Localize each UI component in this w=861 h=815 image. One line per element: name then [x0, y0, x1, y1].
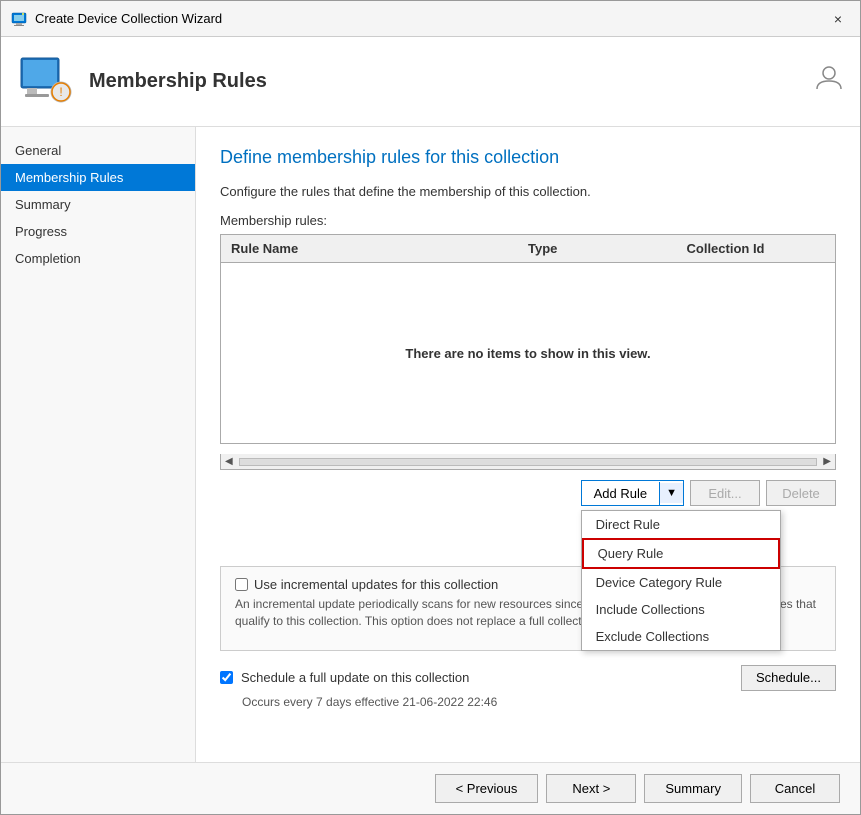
- add-rule-label[interactable]: Add Rule: [582, 482, 660, 505]
- svg-text:!: !: [59, 85, 62, 99]
- schedule-row: Schedule a full update on this collectio…: [220, 665, 836, 691]
- dropdown-device-category-rule[interactable]: Device Category Rule: [582, 569, 780, 596]
- content-area: General Membership Rules Summary Progres…: [1, 127, 860, 762]
- sidebar: General Membership Rules Summary Progres…: [1, 127, 196, 762]
- incremental-updates-label: Use incremental updates for this collect…: [254, 577, 498, 592]
- add-rule-dropdown-arrow[interactable]: ▼: [660, 483, 683, 503]
- header-title: Membership Rules: [89, 70, 267, 93]
- title-bar-left: Create Device Collection Wizard: [11, 11, 222, 27]
- window-title: Create Device Collection Wizard: [35, 11, 222, 26]
- wizard-footer: < Previous Next > Summary Cancel: [1, 762, 860, 814]
- delete-button[interactable]: Delete: [766, 480, 836, 506]
- dropdown-direct-rule[interactable]: Direct Rule: [582, 511, 780, 538]
- page-title: Define membership rules for this collect…: [220, 147, 836, 168]
- header-bar: ! Membership Rules: [1, 37, 860, 127]
- previous-button[interactable]: < Previous: [435, 774, 539, 803]
- edit-button[interactable]: Edit...: [690, 480, 760, 506]
- app-icon: [11, 11, 27, 27]
- col-collection-id: Collection Id: [677, 239, 836, 258]
- empty-message: There are no items to show in this view.: [405, 346, 650, 361]
- add-rule-button[interactable]: Add Rule ▼: [581, 480, 684, 506]
- schedule-button[interactable]: Schedule...: [741, 665, 836, 691]
- header-left: ! Membership Rules: [17, 54, 267, 110]
- cancel-button[interactable]: Cancel: [750, 774, 840, 803]
- dropdown-query-rule[interactable]: Query Rule: [582, 538, 780, 569]
- sidebar-item-progress[interactable]: Progress: [1, 218, 195, 245]
- membership-rules-table: Rule Name Type Collection Id There are n…: [220, 234, 836, 444]
- schedule-label: Schedule a full update on this collectio…: [241, 670, 469, 685]
- col-rule-name: Rule Name: [221, 239, 518, 258]
- col-type: Type: [518, 239, 677, 258]
- sidebar-item-membership-rules[interactable]: Membership Rules: [1, 164, 195, 191]
- wizard-window: Create Device Collection Wizard × ! Memb…: [0, 0, 861, 815]
- incremental-updates-checkbox[interactable]: [235, 578, 248, 591]
- rule-buttons-row: Add Rule ▼ Direct Rule Query Rule Device…: [220, 480, 836, 506]
- schedule-section: Schedule a full update on this collectio…: [220, 665, 836, 709]
- sidebar-item-completion[interactable]: Completion: [1, 245, 195, 272]
- dropdown-exclude-collections[interactable]: Exclude Collections: [582, 623, 780, 650]
- sidebar-item-summary[interactable]: Summary: [1, 191, 195, 218]
- dropdown-include-collections[interactable]: Include Collections: [582, 596, 780, 623]
- description-text: Configure the rules that define the memb…: [220, 184, 836, 199]
- next-button[interactable]: Next >: [546, 774, 636, 803]
- schedule-checkbox[interactable]: [220, 671, 233, 684]
- horizontal-scrollbar[interactable]: ◀ ▶: [220, 454, 836, 470]
- table-header: Rule Name Type Collection Id: [221, 235, 835, 263]
- scroll-left-arrow[interactable]: ◀: [221, 456, 237, 467]
- main-panel: Define membership rules for this collect…: [196, 127, 860, 762]
- title-bar-controls: ×: [826, 7, 850, 31]
- scroll-right-arrow[interactable]: ▶: [819, 456, 835, 467]
- computer-icon: !: [17, 54, 73, 110]
- add-rule-dropdown: Direct Rule Query Rule Device Category R…: [581, 510, 781, 651]
- table-body: There are no items to show in this view.: [221, 263, 835, 443]
- schedule-description: Occurs every 7 days effective 21-06-2022…: [242, 695, 836, 709]
- close-button[interactable]: ×: [826, 7, 850, 31]
- summary-button[interactable]: Summary: [644, 774, 742, 803]
- add-rule-container: Add Rule ▼ Direct Rule Query Rule Device…: [581, 480, 684, 506]
- scroll-track[interactable]: [239, 458, 818, 466]
- membership-rules-label: Membership rules:: [220, 213, 836, 228]
- title-bar: Create Device Collection Wizard ×: [1, 1, 860, 37]
- user-icon: [814, 63, 844, 100]
- sidebar-item-general[interactable]: General: [1, 137, 195, 164]
